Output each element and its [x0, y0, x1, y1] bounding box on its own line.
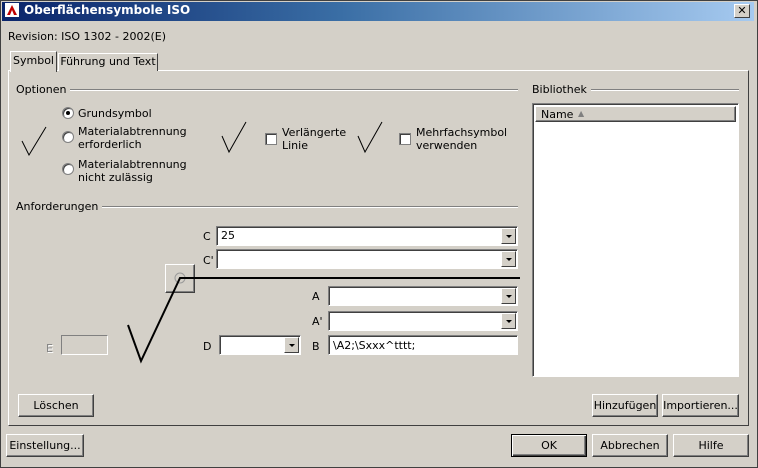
clear-button[interactable]: Löschen: [18, 394, 94, 417]
chevron-down-icon[interactable]: [501, 228, 516, 244]
tab-symbol[interactable]: Symbol: [10, 51, 57, 72]
field-e-label: E: [46, 342, 53, 355]
multiple-symbol-label-2: verwenden: [416, 139, 478, 152]
field-c-combo[interactable]: 25: [216, 226, 518, 246]
extended-line-checkbox[interactable]: [265, 133, 277, 145]
cancel-button[interactable]: Abbrechen: [592, 434, 668, 457]
close-button[interactable]: ✕: [734, 4, 750, 18]
radio-basic-symbol-label: Grundsymbol: [78, 107, 152, 120]
field-b-input[interactable]: \A2;\Sxxx^tttt;: [328, 335, 518, 355]
import-button[interactable]: Importieren...: [662, 394, 739, 417]
field-a-combo[interactable]: [328, 286, 518, 306]
library-group-label: Bibliothek: [532, 83, 591, 96]
field-d-label: D: [203, 340, 212, 353]
requirements-group-label: Anforderungen: [16, 200, 103, 213]
sort-ascending-icon: ▲: [578, 109, 585, 118]
basic-symbol-icon: [21, 126, 47, 157]
chevron-down-icon[interactable]: [284, 337, 299, 353]
chevron-down-icon[interactable]: [501, 251, 516, 267]
field-e-input[interactable]: [61, 335, 108, 355]
requirements-divider: [94, 206, 518, 208]
window-title: Oberflächensymbole ISO: [24, 3, 191, 17]
help-button[interactable]: Hilfe: [673, 434, 749, 457]
tab-leader-and-text[interactable]: Führung und Text: [58, 53, 158, 71]
radio-material-removal-required-label-1: Materialabtrennung: [78, 125, 187, 138]
radio-material-removal-prohibited-label-1: Materialabtrennung: [78, 158, 187, 171]
extended-line-label-2: Linie: [282, 139, 308, 152]
revision-label: Revision: ISO 1302 - 2002(E): [8, 30, 167, 43]
chevron-down-icon[interactable]: [501, 288, 516, 304]
library-column-header-label: Name: [541, 108, 574, 121]
radio-material-removal-prohibited[interactable]: [62, 163, 74, 175]
extended-line-symbol-icon: [221, 121, 247, 154]
field-d-combo[interactable]: [219, 335, 301, 355]
add-button[interactable]: Hinzufügen: [592, 394, 658, 417]
options-divider: [64, 89, 518, 91]
library-list[interactable]: Name ▲: [532, 103, 739, 377]
field-a-prime-label: A': [312, 315, 323, 328]
options-group-label: Optionen: [16, 83, 71, 96]
radio-material-removal-prohibited-label-2: nicht zulässig: [78, 171, 153, 184]
multiple-symbol-label-1: Mehrfachsymbol: [416, 126, 508, 139]
extended-line-label-1: Verlängerte: [282, 126, 347, 139]
multiple-symbol-checkbox[interactable]: [399, 133, 411, 145]
radio-material-removal-required-label-2: erforderlich: [78, 138, 142, 151]
library-column-header-name[interactable]: Name ▲: [535, 106, 736, 122]
field-c-prime-label: C': [203, 254, 214, 267]
field-a-label: A: [312, 290, 320, 303]
ok-button[interactable]: OK: [511, 434, 587, 457]
field-c-label: C: [203, 230, 211, 243]
field-c-prime-combo[interactable]: [216, 249, 518, 269]
radio-material-removal-required[interactable]: [62, 131, 74, 143]
field-c-value: 25: [221, 229, 235, 242]
multiple-symbol-icon: [357, 121, 383, 154]
settings-button[interactable]: Einstellung...: [6, 434, 84, 457]
field-a-prime-combo[interactable]: [328, 311, 518, 331]
field-b-label: B: [312, 340, 320, 353]
radio-basic-symbol[interactable]: [62, 107, 74, 119]
field-b-value: \A2;\Sxxx^tttt;: [333, 339, 416, 352]
app-logo-icon: [5, 3, 19, 17]
chevron-down-icon[interactable]: [501, 313, 516, 329]
library-divider: [580, 89, 739, 91]
